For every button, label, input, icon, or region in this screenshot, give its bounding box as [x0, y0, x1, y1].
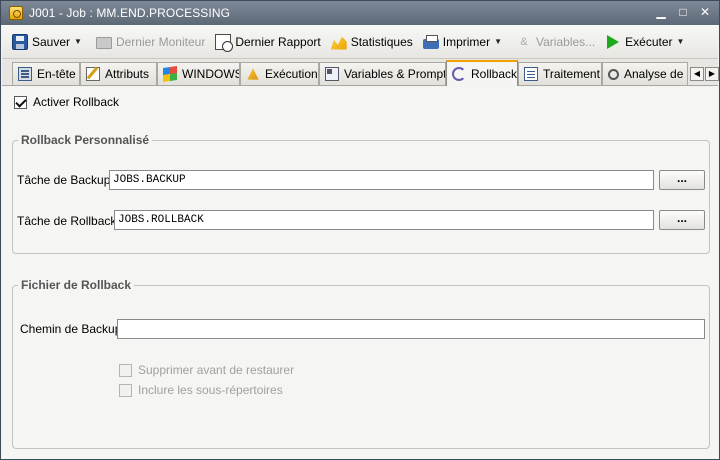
- tab-scroll-left-icon[interactable]: ◀: [690, 67, 704, 81]
- execute-button[interactable]: Exécuter ▼: [601, 29, 692, 55]
- tab-label: Exécution: [265, 67, 318, 81]
- include-subdirs-checkbox[interactable]: Inclure les sous-répertoires: [119, 383, 283, 397]
- variables-button[interactable]: & Variables...: [512, 29, 599, 55]
- execute-dropdown-icon[interactable]: ▼: [677, 37, 685, 46]
- execution-icon: [247, 68, 259, 80]
- tab-label: Attributs: [105, 67, 150, 81]
- job-editor-window: J001 - Job : MM.END.PROCESSING ▁ □ ✕ Sau…: [0, 0, 720, 460]
- last-monitor-label: Dernier Moniteur: [115, 34, 206, 49]
- tab-label: En-tête: [37, 67, 76, 81]
- rollback-task-input[interactable]: JOBS.ROLLBACK: [114, 210, 654, 230]
- backup-path-label: Chemin de Backup:: [20, 322, 125, 336]
- tab-scroll-right-icon[interactable]: ▶: [705, 67, 719, 81]
- tab-label: Traitement: [543, 67, 600, 81]
- tab-label: Variables & Prompts: [344, 67, 446, 81]
- window-controls: ▁ □ ✕: [653, 4, 713, 20]
- rollback-task-browse-button[interactable]: ...: [659, 210, 705, 230]
- checkbox-box[interactable]: [119, 383, 132, 397]
- tab-header[interactable]: En-tête: [12, 62, 80, 85]
- enable-rollback-label: Activer Rollback: [33, 95, 120, 109]
- windows-icon: [163, 66, 177, 82]
- last-monitor-button[interactable]: Dernier Moniteur: [92, 29, 209, 55]
- tab-processing[interactable]: Traitement: [518, 62, 602, 85]
- rollback-file-group: Fichier de Rollback: [12, 278, 710, 449]
- execute-label: Exécuter: [625, 34, 673, 49]
- include-subdirs-label: Inclure les sous-répertoires: [138, 383, 283, 397]
- printer-icon: [422, 34, 439, 49]
- print-label: Imprimer: [442, 34, 491, 49]
- job-icon: [9, 6, 23, 20]
- tab-bar: En-tête Attributs WINDOWS Exécution Vari…: [2, 59, 719, 86]
- last-report-label: Dernier Rapport: [235, 34, 321, 49]
- variables-icon: &: [520, 35, 528, 48]
- checkbox-box[interactable]: [119, 363, 132, 377]
- statistics-label: Statistiques: [350, 34, 413, 49]
- enable-rollback-checkbox[interactable]: Activer Rollback: [14, 95, 119, 109]
- attributes-icon: [86, 67, 100, 81]
- tab-label: WINDOWS: [182, 67, 240, 81]
- tab-execution[interactable]: Exécution: [240, 62, 319, 85]
- delete-before-restore-checkbox[interactable]: Supprimer avant de restaurer: [119, 363, 294, 377]
- rollback-panel: Activer Rollback Rollback Personnalisé T…: [2, 87, 718, 459]
- report-icon: [215, 33, 234, 52]
- backup-task-browse-button[interactable]: ...: [659, 170, 705, 190]
- minimize-button[interactable]: ▁: [653, 4, 669, 20]
- monitor-icon: [95, 36, 112, 49]
- statistics-button[interactable]: Statistiques: [327, 29, 417, 55]
- toolbar: Sauver ▼ Dernier Moniteur Dernier Rappor…: [2, 25, 718, 59]
- backup-path-input[interactable]: [117, 319, 705, 339]
- tab-rollback[interactable]: Rollback: [446, 60, 518, 86]
- tab-attributes[interactable]: Attributs: [80, 62, 157, 85]
- save-icon: [12, 33, 28, 50]
- delete-before-restore-label: Supprimer avant de restaurer: [138, 363, 295, 377]
- tab-variables-prompts[interactable]: Variables & Prompts: [319, 62, 446, 85]
- group-title: Fichier de Rollback: [18, 278, 135, 292]
- processing-icon: [524, 67, 538, 81]
- rollback-task-label: Tâche de Rollback:: [17, 214, 120, 228]
- save-label: Sauver: [32, 34, 71, 49]
- save-dropdown-icon[interactable]: ▼: [74, 37, 82, 46]
- save-button[interactable]: Sauver ▼: [8, 29, 90, 55]
- tab-label: Rollback: [471, 67, 518, 81]
- group-title: Rollback Personnalisé: [18, 133, 153, 147]
- header-icon: [18, 67, 32, 81]
- backup-task-label: Tâche de Backup:: [17, 173, 114, 187]
- play-icon: [607, 34, 620, 49]
- analysis-icon: [608, 68, 619, 80]
- statistics-icon: [330, 36, 347, 50]
- custom-rollback-group: Rollback Personnalisé: [12, 133, 710, 254]
- backup-task-input[interactable]: JOBS.BACKUP: [109, 170, 654, 190]
- tab-analysis[interactable]: Analyse de r: [602, 62, 688, 85]
- maximize-button[interactable]: □: [675, 4, 691, 20]
- variables-label: Variables...: [536, 34, 596, 49]
- variables-icon: [325, 67, 339, 81]
- title-bar: J001 - Job : MM.END.PROCESSING ▁ □ ✕: [1, 1, 719, 25]
- tab-windows[interactable]: WINDOWS: [157, 62, 240, 85]
- tab-label: Analyse de r: [624, 67, 688, 81]
- print-dropdown-icon[interactable]: ▼: [494, 37, 502, 46]
- print-button[interactable]: Imprimer ▼: [419, 29, 510, 55]
- rollback-icon: [452, 67, 466, 81]
- close-button[interactable]: ✕: [697, 4, 713, 20]
- window-title: J001 - Job : MM.END.PROCESSING: [29, 6, 231, 20]
- last-report-button[interactable]: Dernier Rapport: [211, 29, 324, 55]
- checkbox-box[interactable]: [14, 95, 27, 109]
